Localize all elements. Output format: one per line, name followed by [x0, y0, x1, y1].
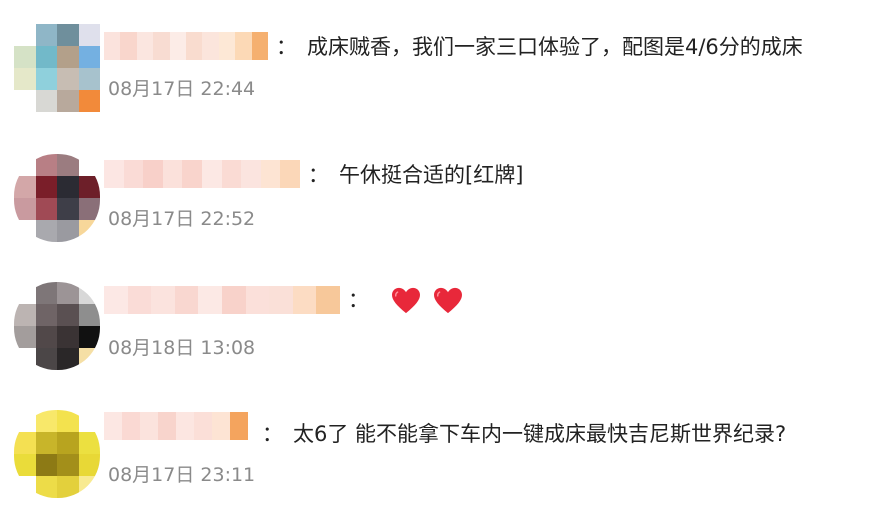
comment-timestamp: 08月17日 22:44	[108, 78, 256, 100]
username-redacted[interactable]	[104, 286, 340, 314]
comment-item: ： 成床贼香，我们一家三口体验了，配图是4/6分的成床 08月17日 22:44	[0, 0, 878, 120]
comment-separator: ：	[348, 288, 369, 312]
username-redacted[interactable]	[104, 412, 248, 440]
comment-text: ： 成床贼香，我们一家三口体验了，配图是4/6分的成床	[276, 33, 803, 61]
comment-separator: ：	[308, 163, 329, 187]
username-redacted[interactable]	[104, 32, 269, 60]
avatar[interactable]	[14, 154, 100, 242]
heart-icon	[433, 287, 463, 315]
avatar[interactable]	[14, 410, 100, 498]
comment-timestamp: 08月17日 22:52	[108, 208, 256, 230]
heart-icon	[391, 287, 421, 315]
comment-body: 太6了 能不能拿下车内一键成床最快吉尼斯世界纪录?	[293, 422, 787, 446]
comment-item: ： 午休挺合适的[红牌] 08月17日 22:52	[0, 130, 878, 250]
comment-text: ： 午休挺合适的[红牌]	[308, 161, 523, 189]
comment-body: 成床贼香，我们一家三口体验了，配图是4/6分的成床	[307, 35, 803, 59]
username-redacted[interactable]	[104, 160, 300, 188]
comment-item: ： 太6了 能不能拿下车内一键成床最快吉尼斯世界纪录? 08月17日 23:11	[0, 390, 878, 510]
comment-body: 午休挺合适的[红牌]	[339, 163, 524, 187]
avatar[interactable]	[14, 282, 100, 370]
comment-timestamp: 08月18日 13:08	[108, 337, 256, 359]
comment-text: ： 太6了 能不能拿下车内一键成床最快吉尼斯世界纪录?	[262, 420, 786, 448]
avatar[interactable]	[14, 24, 100, 112]
comment-separator: ：	[276, 35, 297, 59]
comment-item: ： 08月18日 13:08	[0, 260, 878, 380]
comment-text: ：	[348, 286, 463, 315]
comment-separator: ：	[262, 422, 283, 446]
comment-timestamp: 08月17日 23:11	[108, 464, 256, 486]
